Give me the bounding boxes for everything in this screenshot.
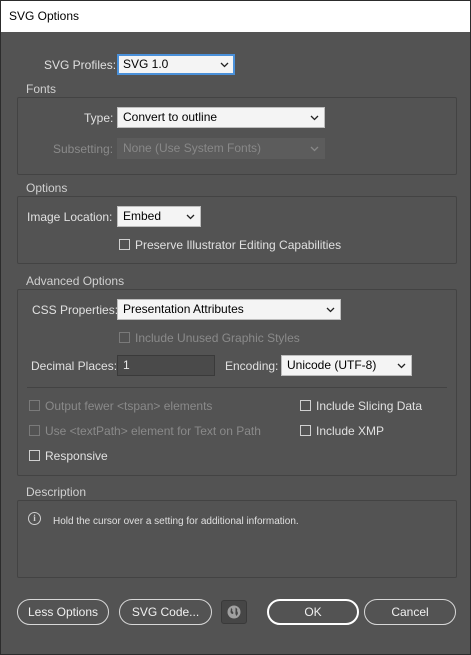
subsetting-label: Subsetting:	[53, 142, 114, 156]
include-slicing-data-checkbox[interactable]	[300, 400, 311, 411]
window-title: SVG Options	[9, 9, 80, 23]
include-slicing-data-label: Include Slicing Data	[316, 399, 423, 413]
image-location-select[interactable]: Embed	[117, 206, 201, 227]
decimal-places-input[interactable]: 1	[117, 355, 215, 376]
image-location-value: Embed	[123, 209, 162, 223]
encoding-label: Encoding:	[225, 359, 279, 373]
decimal-places-value: 1	[123, 358, 130, 372]
chevron-down-icon	[397, 356, 406, 369]
cancel-button[interactable]: Cancel	[364, 599, 456, 625]
preserve-editing-checkbox[interactable]	[119, 239, 130, 250]
chevron-down-icon	[310, 108, 319, 121]
advanced-section-title: Advanced Options	[26, 274, 125, 288]
include-unused-styles-label: Include Unused Graphic Styles	[135, 331, 300, 345]
description-group	[17, 500, 457, 578]
css-properties-value: Presentation Attributes	[123, 302, 244, 316]
css-properties-select[interactable]: Presentation Attributes	[117, 299, 341, 320]
font-type-select[interactable]: Convert to outline	[117, 107, 325, 128]
include-unused-styles-checkbox	[119, 332, 130, 343]
responsive-label: Responsive	[45, 449, 108, 463]
advanced-divider	[27, 387, 447, 388]
less-options-button[interactable]: Less Options	[17, 599, 109, 625]
svg-profiles-label: SVG Profiles:	[44, 58, 117, 72]
output-fewer-tspan-label: Output fewer <tspan> elements	[45, 399, 213, 413]
use-textpath-label: Use <textPath> element for Text on Path	[45, 424, 261, 438]
options-group	[17, 196, 457, 264]
encoding-select[interactable]: Unicode (UTF-8)	[281, 355, 412, 376]
font-type-label: Type:	[84, 111, 114, 125]
options-section-title: Options	[26, 181, 68, 195]
chevron-down-icon	[310, 139, 319, 152]
title-bar: SVG Options	[1, 1, 470, 32]
svg-options-dialog: SVG Options SVG Profiles: SVG 1.0 Fonts …	[0, 0, 471, 655]
chevron-down-icon	[326, 300, 335, 313]
css-properties-label: CSS Properties:	[32, 303, 119, 317]
font-type-value: Convert to outline	[123, 110, 218, 124]
chevron-down-icon	[220, 55, 229, 68]
description-section-title: Description	[26, 485, 87, 499]
output-fewer-tspan-checkbox	[29, 400, 40, 411]
ok-button[interactable]: OK	[267, 599, 359, 625]
subsetting-value: None (Use System Fonts)	[123, 141, 262, 155]
description-text: Hold the cursor over a setting for addit…	[53, 516, 299, 527]
subsetting-select: None (Use System Fonts)	[117, 138, 325, 159]
chevron-down-icon	[186, 207, 195, 220]
web-preview-button[interactable]	[221, 600, 247, 624]
include-xmp-label: Include XMP	[316, 424, 385, 438]
include-xmp-checkbox[interactable]	[300, 425, 311, 436]
image-location-label: Image Location:	[27, 210, 113, 224]
decimal-places-label: Decimal Places:	[31, 359, 118, 373]
responsive-checkbox[interactable]	[29, 450, 40, 461]
preserve-editing-label: Preserve Illustrator Editing Capabilitie…	[135, 238, 342, 252]
encoding-value: Unicode (UTF-8)	[287, 358, 377, 372]
info-icon: i	[28, 512, 41, 525]
svg-profiles-select[interactable]: SVG 1.0	[117, 54, 235, 75]
svg-code-button[interactable]: SVG Code...	[119, 599, 212, 625]
fonts-section-title: Fonts	[26, 82, 57, 96]
svg-profiles-value: SVG 1.0	[123, 57, 169, 71]
use-textpath-checkbox	[29, 425, 40, 436]
globe-icon	[227, 605, 241, 619]
